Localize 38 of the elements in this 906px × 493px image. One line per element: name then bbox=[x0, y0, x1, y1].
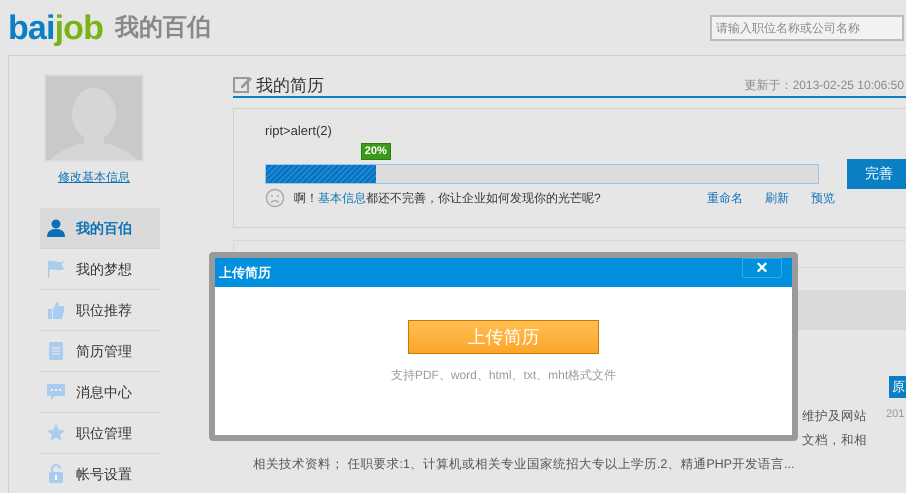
hint-text: 啊！基本信息都还不完善，你让企业如何发现你的光芒呢? bbox=[294, 190, 601, 206]
job-description-line: 相关技术资料； 任职要求:1、计算机或相关专业国家统招大专以上学历.2、精通PHP开发语言... bbox=[253, 457, 794, 471]
job-description-line: 维护及网站 bbox=[802, 408, 867, 425]
section-title: 我的简历 bbox=[256, 77, 324, 94]
user-icon bbox=[46, 218, 66, 238]
sad-face-icon bbox=[265, 188, 285, 208]
star-icon bbox=[46, 423, 66, 443]
action-link[interactable]: 重命名 bbox=[707, 188, 743, 206]
format-hint: 支持PDF、word、html、txt、mht格式文件 bbox=[390, 367, 616, 384]
logo[interactable]: baijob bbox=[8, 10, 104, 44]
dialog-title: 上传简历 bbox=[219, 264, 271, 282]
document-icon bbox=[46, 341, 66, 361]
thumbs-up-icon bbox=[46, 300, 66, 320]
flag-icon bbox=[46, 259, 66, 279]
sidebar-item[interactable]: 我的百伯 bbox=[40, 208, 160, 249]
sidebar-item[interactable]: 帐号设置 bbox=[40, 454, 160, 493]
close-button[interactable]: × bbox=[742, 258, 782, 278]
sidebar-item[interactable]: 简历管理 bbox=[40, 331, 160, 372]
chat-icon bbox=[46, 382, 66, 402]
edit-icon bbox=[233, 74, 253, 94]
updated-time: 更新于：2013-02-25 10:06:50 bbox=[744, 77, 904, 94]
site-title: 我的百伯 bbox=[115, 12, 212, 42]
action-link[interactable]: 刷新 bbox=[765, 188, 789, 206]
search-field[interactable]: 请输入职位名称或公司名称 bbox=[710, 14, 904, 40]
edit-info-link[interactable]: 修改基本信息 bbox=[58, 168, 130, 186]
sidebar-item[interactable]: 我的梦想 bbox=[40, 249, 160, 290]
original-badge[interactable]: 原 bbox=[889, 376, 906, 398]
progress-label: 20% bbox=[360, 142, 391, 160]
unlocked-padlock-icon bbox=[46, 464, 66, 484]
basic-info-link[interactable]: 基本信息 bbox=[318, 190, 366, 204]
complete-button[interactable]: 完善 bbox=[847, 158, 906, 188]
resume-name: ript>alert(2) bbox=[265, 122, 332, 140]
action-link[interactable]: 预览 bbox=[811, 188, 835, 206]
job-date: 201 bbox=[886, 407, 904, 422]
sidebar-item[interactable]: 消息中心 bbox=[40, 372, 160, 413]
sidebar-item[interactable]: 职位推荐 bbox=[40, 290, 160, 331]
job-description-line: 文档，和相 bbox=[802, 432, 867, 449]
sidebar-item[interactable]: 职位管理 bbox=[40, 413, 160, 454]
